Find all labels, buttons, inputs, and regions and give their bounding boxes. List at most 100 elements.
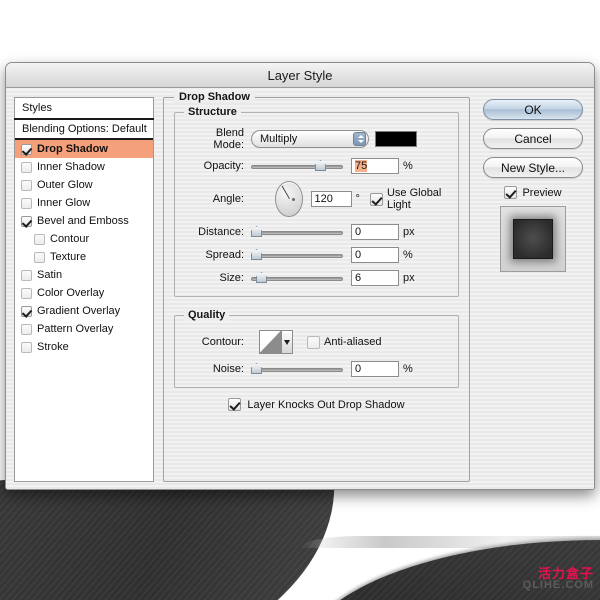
noise-value: 0: [355, 363, 362, 375]
checkbox-pattern-overlay[interactable]: [21, 323, 32, 335]
options-column: Drop Shadow Structure Blend Mode: Multip…: [163, 91, 470, 482]
spread-input[interactable]: 0: [351, 247, 399, 263]
size-value: 6: [355, 272, 362, 284]
opacity-row: Opacity: 75 %: [185, 158, 448, 174]
new-style-button[interactable]: New Style...: [483, 157, 583, 178]
style-item-label: Satin: [37, 269, 63, 281]
slider-thumb[interactable]: [251, 249, 262, 260]
cancel-button[interactable]: Cancel: [483, 128, 583, 149]
checkbox-color-overlay[interactable]: [21, 287, 32, 299]
checkbox-texture[interactable]: [34, 251, 45, 263]
slider-thumb[interactable]: [251, 226, 262, 237]
style-item-label: Contour: [50, 233, 90, 245]
style-item-inner-glow[interactable]: Inner Glow: [15, 194, 153, 212]
spread-slider[interactable]: [251, 248, 343, 262]
noise-input[interactable]: 0: [351, 361, 399, 377]
style-item-label: Inner Glow: [37, 197, 91, 209]
size-input[interactable]: 6: [351, 270, 399, 286]
noise-label: Noise:: [212, 363, 244, 375]
style-item-color-overlay[interactable]: Color Overlay: [15, 284, 153, 302]
slider-thumb[interactable]: [256, 272, 267, 283]
checkbox-stroke[interactable]: [21, 341, 32, 353]
use-global-light-label: Use Global Light: [386, 187, 442, 211]
distance-input[interactable]: 0: [351, 224, 399, 240]
checkbox-gradient-overlay[interactable]: [21, 305, 32, 317]
style-item-label: Stroke: [37, 341, 69, 353]
style-item-label: Bevel and Emboss: [37, 215, 129, 227]
angle-unit: °: [355, 193, 360, 205]
styles-list[interactable]: Blending Options: Default Drop Shadow In…: [14, 120, 154, 482]
style-item-bevel-and-emboss[interactable]: Bevel and Emboss: [15, 212, 153, 230]
distance-slider[interactable]: [251, 225, 343, 239]
size-label: Size:: [219, 272, 244, 284]
checkbox-inner-glow[interactable]: [21, 197, 32, 209]
checkbox-drop-shadow[interactable]: [21, 143, 32, 155]
angle-input[interactable]: 120: [310, 191, 352, 207]
checkbox-satin[interactable]: [21, 269, 32, 281]
slider-track: [251, 254, 343, 258]
noise-slider[interactable]: [251, 362, 343, 376]
checkbox-use-global-light[interactable]: [369, 192, 383, 206]
style-item-label: Inner Shadow: [37, 161, 105, 173]
dialog-titlebar[interactable]: Layer Style: [6, 63, 594, 88]
angle-label: Angle:: [212, 193, 244, 205]
shadow-color-swatch[interactable]: [375, 131, 417, 147]
style-item-outer-glow[interactable]: Outer Glow: [15, 176, 153, 194]
dialog-body: Styles Blending Options: Default Drop Sh…: [6, 89, 594, 489]
preview-label: Preview: [522, 186, 562, 199]
spread-label: Spread:: [205, 249, 244, 261]
slider-thumb[interactable]: [251, 363, 262, 374]
size-unit: px: [403, 272, 415, 284]
structure-group: Structure Blend Mode: Multiply Opacity:: [174, 106, 459, 297]
style-item-inner-shadow[interactable]: Inner Shadow: [15, 158, 153, 176]
checkbox-outer-glow[interactable]: [21, 179, 32, 191]
noise-unit: %: [403, 363, 413, 375]
contour-preset-picker[interactable]: [259, 330, 293, 354]
opacity-input[interactable]: 75: [351, 158, 399, 174]
structure-group-title: Structure: [184, 106, 241, 118]
size-slider[interactable]: [251, 271, 343, 285]
watermark-chinese: 活力盒子: [537, 565, 594, 581]
distance-value: 0: [355, 226, 362, 238]
style-item-label: Gradient Overlay: [37, 305, 121, 317]
preview-toggle[interactable]: Preview: [504, 186, 562, 199]
checkbox-bevel-and-emboss[interactable]: [21, 215, 32, 227]
style-item-pattern-overlay[interactable]: Pattern Overlay: [15, 320, 153, 338]
angle-dial[interactable]: [275, 181, 303, 217]
angle-needle: [281, 185, 290, 199]
checkbox-layer-knocks-out-drop-shadow[interactable]: [228, 398, 242, 411]
styles-header-label: Styles: [22, 102, 52, 114]
size-row: Size: 6 px: [185, 270, 448, 286]
contour-curve-thumbnail: [260, 331, 281, 353]
checkbox-inner-shadow[interactable]: [21, 161, 32, 173]
preview-thumbnail: [500, 206, 566, 272]
style-item-contour[interactable]: Contour: [15, 230, 153, 248]
opacity-slider[interactable]: [251, 159, 343, 173]
chevron-updown-icon[interactable]: [353, 132, 366, 146]
ok-button-label: OK: [524, 102, 542, 117]
style-item-blending-options[interactable]: Blending Options: Default: [15, 120, 153, 138]
style-item-satin[interactable]: Satin: [15, 266, 153, 284]
contour-label: Contour:: [201, 336, 244, 348]
ok-button[interactable]: OK: [483, 99, 583, 120]
opacity-unit: %: [403, 160, 413, 172]
blend-mode-select[interactable]: Multiply: [251, 130, 369, 148]
style-item-drop-shadow[interactable]: Drop Shadow: [15, 140, 153, 158]
blend-mode-label: Blend Mode:: [213, 127, 244, 151]
knockout-label: Layer Knocks Out Drop Shadow: [247, 398, 405, 411]
chevron-down-icon[interactable]: [281, 331, 292, 353]
angle-row: Angle: 120 ° Use Global Light: [185, 181, 448, 217]
checkbox-preview[interactable]: [504, 186, 518, 199]
blend-mode-row: Blend Mode: Multiply: [185, 127, 448, 151]
actions-column: OK Cancel New Style... Preview: [479, 97, 587, 482]
style-item-stroke[interactable]: Stroke: [15, 338, 153, 356]
style-item-label: Blending Options: Default: [22, 123, 147, 135]
distance-label: Distance:: [198, 226, 244, 238]
checkbox-anti-aliased[interactable]: [307, 335, 320, 349]
slider-thumb[interactable]: [315, 160, 326, 171]
spread-value: 0: [355, 249, 362, 261]
styles-panel: Styles Blending Options: Default Drop Sh…: [14, 97, 154, 482]
style-item-gradient-overlay[interactable]: Gradient Overlay: [15, 302, 153, 320]
checkbox-contour[interactable]: [34, 233, 45, 245]
style-item-texture[interactable]: Texture: [15, 248, 153, 266]
